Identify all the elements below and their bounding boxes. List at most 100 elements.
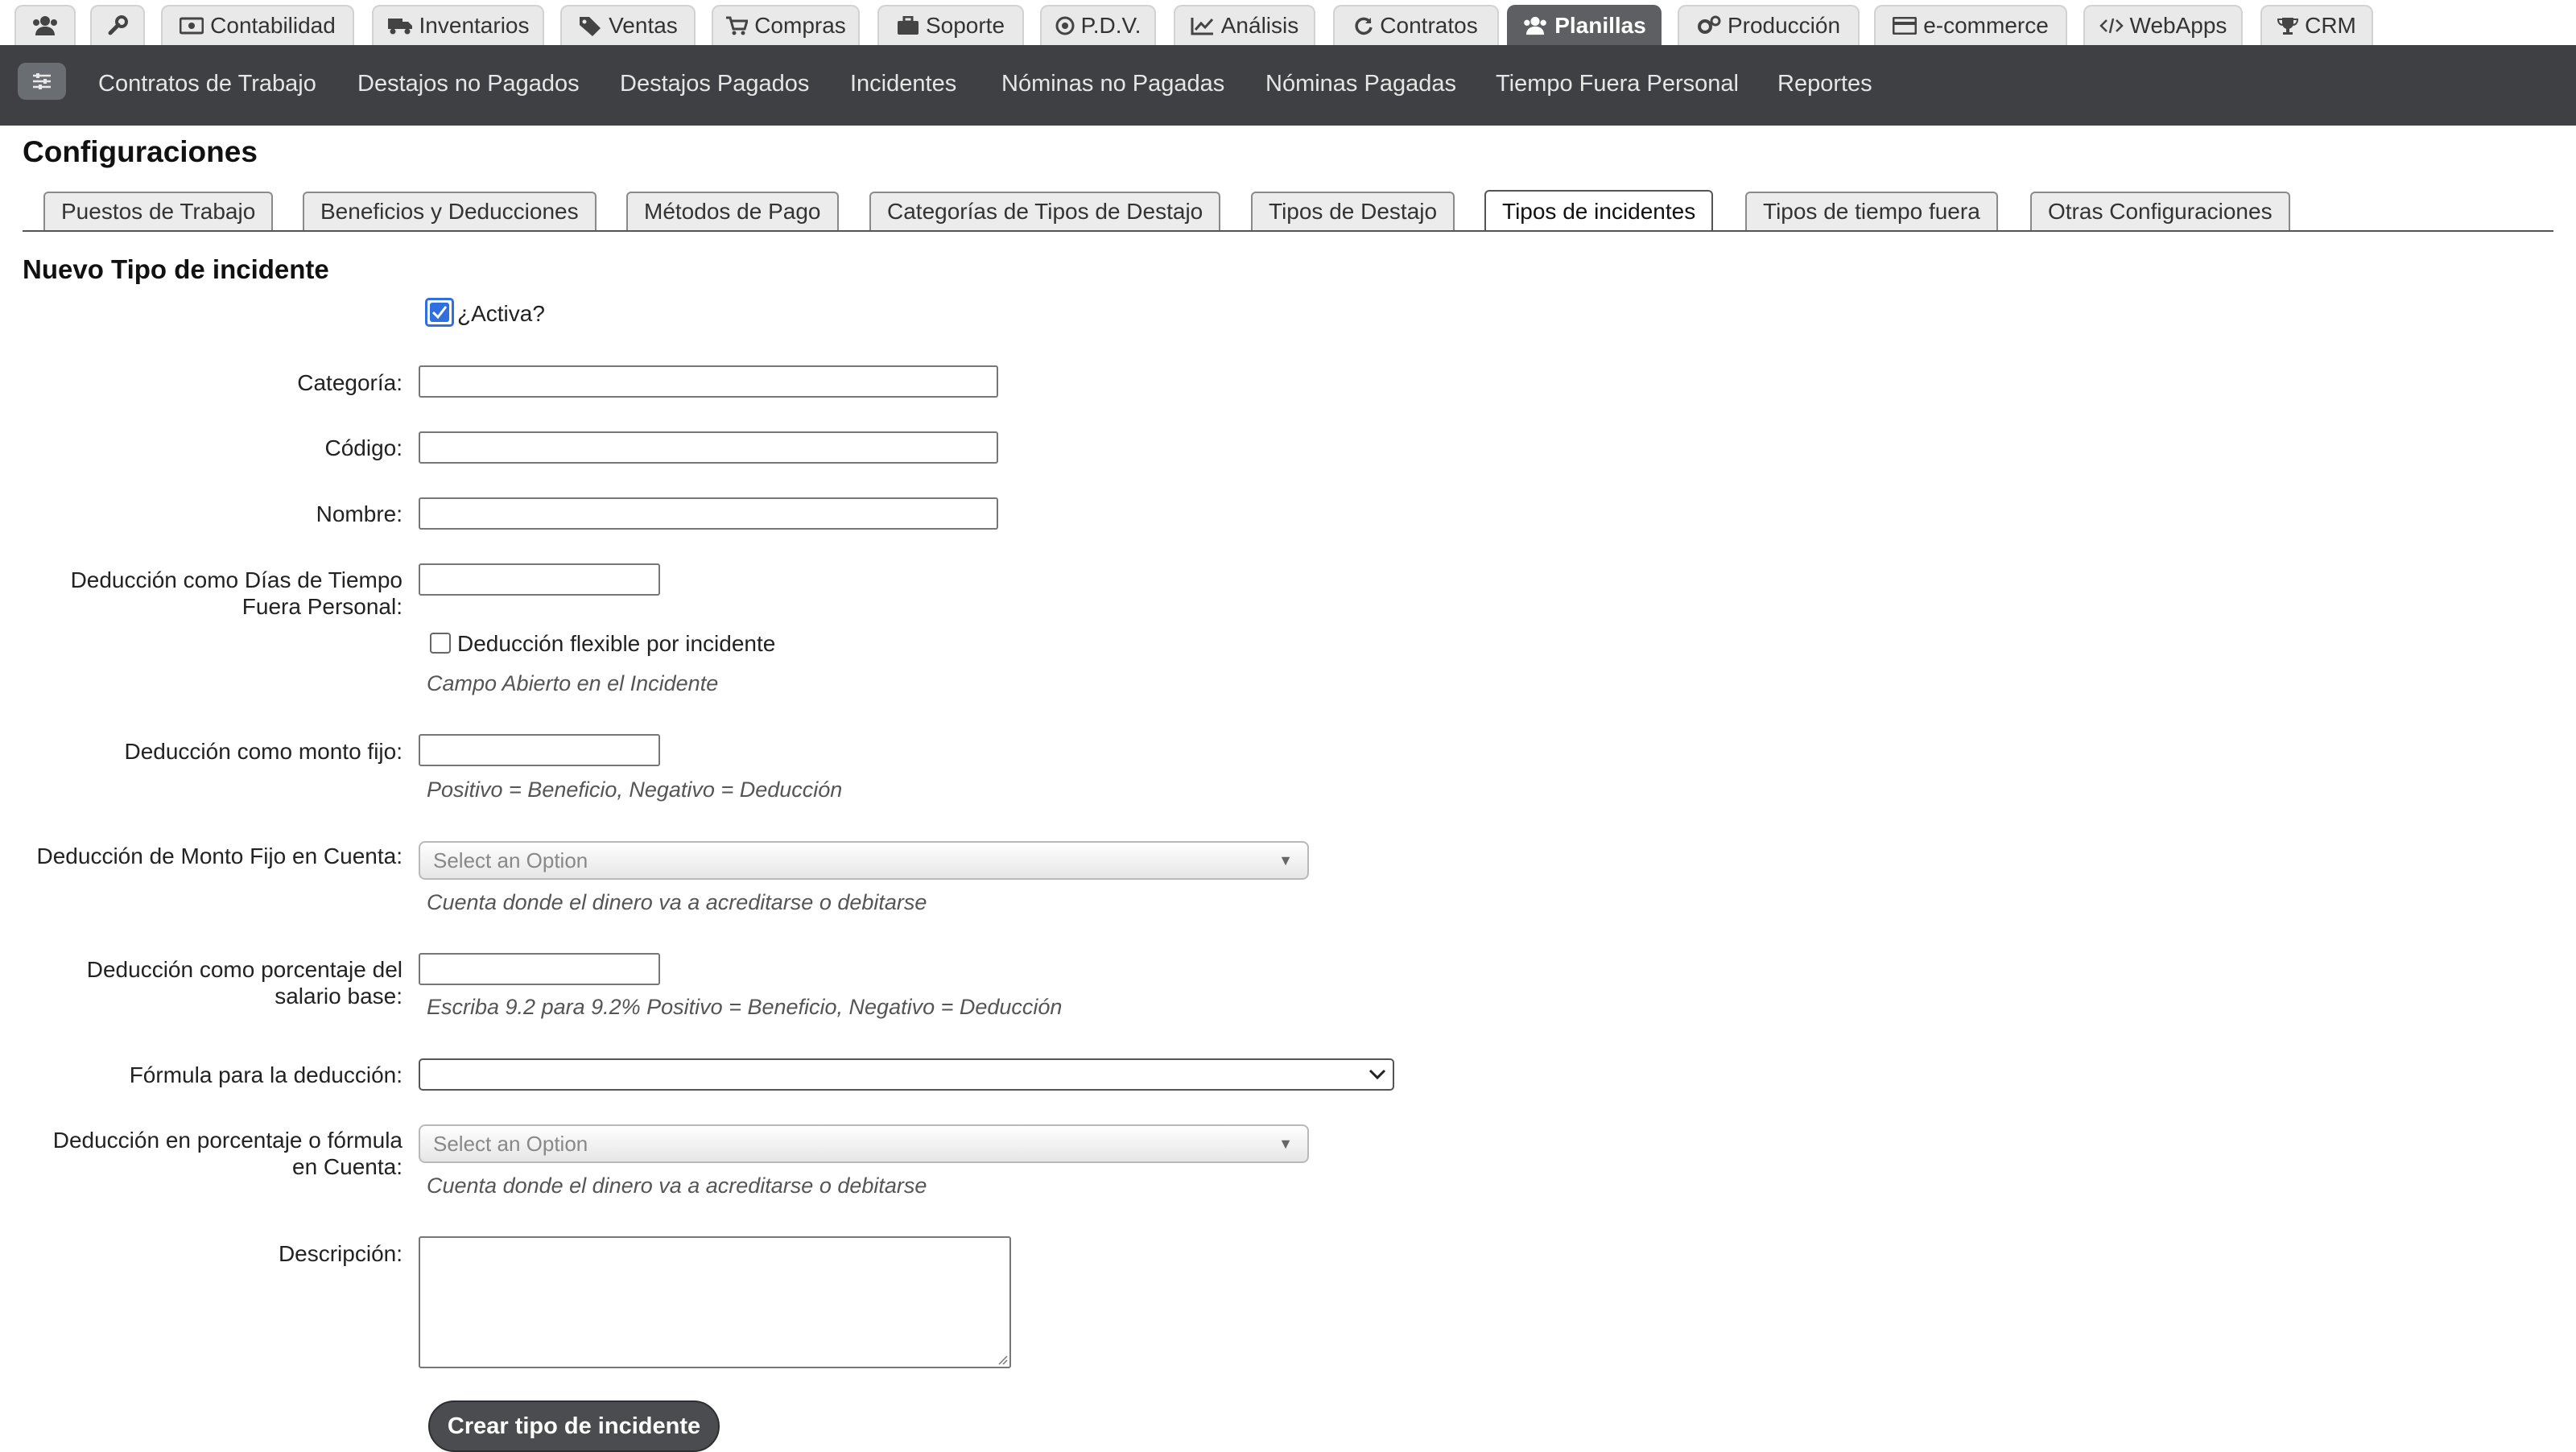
tab-label: Planillas xyxy=(1554,13,1646,38)
subnav-reportes[interactable]: Reportes xyxy=(1777,71,1872,97)
flexible-checkbox[interactable] xyxy=(430,633,451,654)
tab-analisis[interactable]: Análisis xyxy=(1174,5,1315,45)
tab-ventas[interactable]: Ventas xyxy=(560,5,696,45)
config-tab-puestos[interactable]: Puestos de Trabajo xyxy=(43,192,274,230)
subnav-tiempo-fuera[interactable]: Tiempo Fuera Personal xyxy=(1496,71,1739,97)
flexible-hint: Campo Abierto en el Incidente xyxy=(427,671,719,695)
formula-select[interactable] xyxy=(419,1058,1394,1091)
users-icon xyxy=(1524,16,1547,35)
cuenta-porcentaje-label: Deducción en porcentaje o fórmula en Cue… xyxy=(52,1128,402,1179)
porcentaje-input[interactable] xyxy=(419,953,660,985)
cuenta-monto-fijo-label: Deducción de Monto Fijo en Cuenta: xyxy=(36,844,403,868)
truck-icon xyxy=(387,19,412,35)
categoria-label: Categoría: xyxy=(297,370,402,395)
cart-icon xyxy=(726,16,749,35)
tab-inventarios[interactable]: Inventarios xyxy=(372,5,544,45)
tab-label: Análisis xyxy=(1220,13,1299,38)
tab-label: Contratos xyxy=(1380,13,1478,38)
select-placeholder: Select an Option xyxy=(433,848,588,872)
codigo-label: Código: xyxy=(324,435,402,460)
briefcase-icon xyxy=(897,16,919,35)
tab-crm[interactable]: CRM xyxy=(2260,5,2373,45)
config-tab-tipos-incidentes[interactable]: Tipos de incidentes xyxy=(1484,190,1714,232)
config-tab-categorias-destajo[interactable]: Categorías de Tipos de Destajo xyxy=(869,192,1221,230)
tab-planillas[interactable]: Planillas xyxy=(1507,5,1662,45)
monto-fijo-label: Deducción como monto fijo: xyxy=(124,739,402,764)
create-incident-type-button[interactable]: Crear tipo de incidente xyxy=(428,1400,720,1452)
tab-settings[interactable] xyxy=(90,5,145,45)
active-label: ¿Activa? xyxy=(457,301,545,326)
flexible-label: Deducción flexible por incidente xyxy=(457,631,776,656)
tab-label: Soporte xyxy=(925,13,1005,38)
users-icon xyxy=(33,16,57,35)
dias-tiempo-fuera-label: Deducción como Días de Tiempo Fuera Pers… xyxy=(70,567,402,619)
tab-contabilidad[interactable]: Contabilidad xyxy=(161,5,354,45)
tab-label: P.D.V. xyxy=(1080,13,1141,38)
formula-label: Fórmula para la deducción: xyxy=(129,1062,402,1087)
config-tab-metodos-pago[interactable]: Métodos de Pago xyxy=(626,192,839,230)
nombre-label: Nombre: xyxy=(316,501,402,526)
monto-fijo-hint: Positivo = Beneficio, Negativo = Deducci… xyxy=(427,778,843,802)
card-icon xyxy=(1893,17,1918,35)
tab-label: Contabilidad xyxy=(210,13,336,38)
cuenta-monto-fijo-select[interactable]: Select an Option ▼ xyxy=(419,841,1309,880)
cuenta-monto-fijo-hint: Cuenta donde el dinero va a acreditarse … xyxy=(427,890,927,914)
submenu-bar: Contratos de Trabajo Destajos no Pagados… xyxy=(0,50,2576,126)
checkmark-icon xyxy=(431,306,448,320)
money-icon xyxy=(180,17,204,35)
tab-label: Producción xyxy=(1727,13,1841,38)
page-title: Configuraciones xyxy=(23,135,258,168)
tab-label: CRM xyxy=(2305,13,2356,38)
form-title: Nuevo Tipo de incidente xyxy=(23,254,329,284)
config-tab-otras[interactable]: Otras Configuraciones xyxy=(2030,192,2290,230)
gears-icon xyxy=(1697,15,1721,34)
sliders-menu-button[interactable] xyxy=(18,63,66,100)
nombre-input[interactable] xyxy=(419,497,998,530)
monto-fijo-input[interactable] xyxy=(419,734,660,766)
cuenta-porcentaje-select[interactable]: Select an Option ▼ xyxy=(419,1124,1309,1163)
codigo-input[interactable] xyxy=(419,431,998,464)
tab-soporte[interactable]: Soporte xyxy=(877,5,1024,45)
subnav-destajos-pagados[interactable]: Destajos Pagados xyxy=(620,71,809,97)
refresh-icon xyxy=(1355,17,1373,35)
subnav-nominas-pagadas[interactable]: Nóminas Pagadas xyxy=(1265,71,1456,97)
active-checkbox[interactable] xyxy=(425,298,454,327)
config-tab-tipos-destajo[interactable]: Tipos de Destajo xyxy=(1251,192,1455,230)
categoria-input[interactable] xyxy=(419,365,998,398)
tab-webapps[interactable]: WebApps xyxy=(2083,5,2243,45)
pos-icon xyxy=(1055,16,1075,35)
tab-compras[interactable]: Compras xyxy=(712,5,860,45)
subnav-contratos-trabajo[interactable]: Contratos de Trabajo xyxy=(98,71,316,97)
tab-label: Inventarios xyxy=(419,13,530,38)
tab-users-home[interactable] xyxy=(14,5,76,45)
chevron-down-icon xyxy=(1368,1069,1386,1080)
porcentaje-hint: Escriba 9.2 para 9.2% Positivo = Benefic… xyxy=(427,995,1063,1019)
subnav-destajos-no-pagados[interactable]: Destajos no Pagados xyxy=(357,71,580,97)
tab-label: Compras xyxy=(754,13,846,38)
chart-icon xyxy=(1191,18,1213,35)
tab-pdv[interactable]: P.D.V. xyxy=(1040,5,1156,45)
cuenta-porcentaje-hint: Cuenta donde el dinero va a acreditarse … xyxy=(427,1174,927,1198)
select-placeholder: Select an Option xyxy=(433,1131,588,1156)
tag-icon xyxy=(580,17,601,36)
code-icon xyxy=(2099,18,2124,34)
dias-tiempo-fuera-input[interactable] xyxy=(419,563,660,596)
config-tab-beneficios[interactable]: Beneficios y Deducciones xyxy=(303,192,597,230)
caret-down-icon: ▼ xyxy=(1278,1136,1293,1152)
tab-label: e-commerce xyxy=(1923,13,2049,38)
porcentaje-label: Deducción como porcentaje del salario ba… xyxy=(86,957,402,1009)
caret-down-icon: ▼ xyxy=(1278,852,1293,868)
descripcion-label: Descripción: xyxy=(278,1241,402,1266)
config-tabs-divider xyxy=(23,230,2553,232)
sliders-icon xyxy=(33,73,51,89)
subnav-nominas-no-pagadas[interactable]: Nóminas no Pagadas xyxy=(1001,71,1224,97)
descripcion-textarea[interactable] xyxy=(419,1236,1011,1368)
config-tab-tiempo-fuera[interactable]: Tipos de tiempo fuera xyxy=(1745,192,1998,230)
tab-produccion[interactable]: Producción xyxy=(1678,5,1860,45)
subnav-incidentes[interactable]: Incidentes xyxy=(850,71,956,97)
tab-ecommerce[interactable]: e-commerce xyxy=(1874,5,2067,45)
resize-handle-icon[interactable] xyxy=(995,1352,1008,1365)
tab-label: Ventas xyxy=(609,13,678,38)
wrench-icon xyxy=(108,15,128,35)
tab-contratos[interactable]: Contratos xyxy=(1333,5,1499,45)
